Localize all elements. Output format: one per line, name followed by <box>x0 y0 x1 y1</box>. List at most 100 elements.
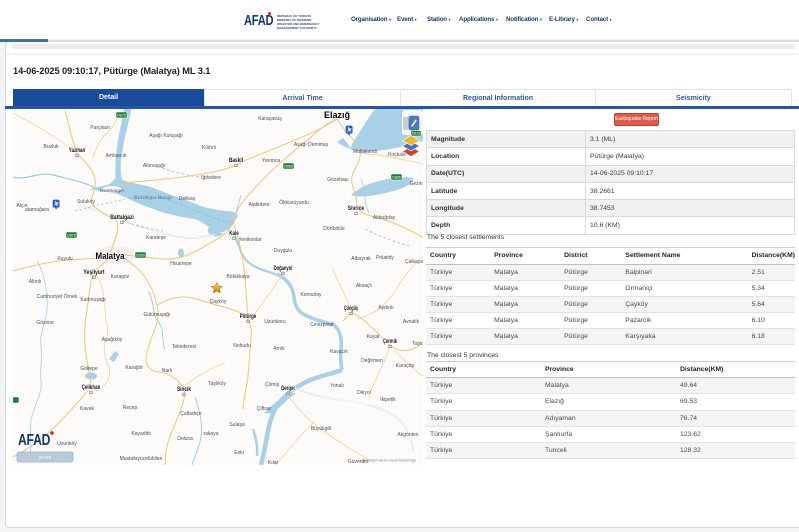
svg-text:Çelikhan: Çelikhan <box>82 385 101 391</box>
svg-text:© Copyright Harita Genel Müdür: © Copyright Harita Genel Müdürlüğü <box>358 459 416 463</box>
svg-text:Gülümuşağı: Gülümuşağı <box>144 312 171 318</box>
svg-text:Koçkale: Koçkale <box>388 152 406 158</box>
svg-text:Çiftsar: Çiftsar <box>257 406 272 412</box>
svg-text:Değirmen: Değirmen <box>361 358 383 364</box>
svg-text:Alatlıdere: Alatlıdere <box>248 202 269 208</box>
svg-text:İkipetik: İkipetik <box>380 396 396 403</box>
svg-text:atamağara: atamağara <box>25 207 49 213</box>
svg-text:AFAD: AFAD <box>18 431 50 449</box>
svg-text:Karaçöp: Karaçöp <box>396 363 415 369</box>
svg-text:Gezin: Gezin <box>409 181 422 187</box>
svg-text:Kıldırlı: Kıldırlı <box>202 145 216 151</box>
svg-text:Sivrice: Sivrice <box>348 206 365 212</box>
svg-text:Sulaşa: Sulaşa <box>229 422 245 428</box>
svg-text:Çermik: Çermik <box>383 339 398 345</box>
svg-text:Delikaş: Delikaş <box>179 196 196 202</box>
svg-text:Dikyol: Dikyol <box>357 390 371 396</box>
svg-text:Doğanyol: Doğanyol <box>274 266 293 272</box>
svg-text:Çüngüş: Çüngüş <box>344 306 359 312</box>
svg-text:Çalkaya: Çalkaya <box>405 259 423 265</box>
svg-text:Mustafayücelübilen: Mustafayücelübilen <box>120 456 163 462</box>
svg-text:Polatidy: Polatidy <box>376 255 394 261</box>
svg-text:Karagöz: Karagöz <box>111 274 130 280</box>
svg-text:Suluköy: Suluköy <box>77 199 95 205</box>
svg-text:Nohudu: Nohudu <box>233 343 251 349</box>
svg-text:Alçın: Alçın <box>16 203 27 209</box>
svg-text:Ambarcık: Ambarcık <box>105 153 127 159</box>
svg-text:Aşağıköy: Aşağıköy <box>102 337 123 343</box>
svg-text:Ökküzüyurdu: Ökküzüyurdu <box>279 199 309 206</box>
svg-text:Duygulu: Duygulu <box>274 248 293 254</box>
svg-text:Tekederesi: Tekederesi <box>172 344 196 350</box>
svg-text:Aydınlı: Aydınlı <box>378 305 393 311</box>
svg-text:rakaya: rakaya <box>203 431 218 437</box>
svg-text:Narlı: Narlı <box>162 368 173 374</box>
svg-text:Göltepe: Göltepe <box>80 366 98 372</box>
svg-text:Sincik: Sincik <box>177 387 192 393</box>
svg-text:Karaçavuş: Karaçavuş <box>258 116 282 122</box>
svg-text:Cevizpinar: Cevizpinar <box>310 322 334 328</box>
svg-text:Toplu: Toplu <box>412 341 423 347</box>
svg-text:D300: D300 <box>136 254 145 258</box>
svg-text:D815: D815 <box>412 132 420 136</box>
svg-text:Dörtbölük: Dörtbölük <box>323 226 345 232</box>
svg-text:Gözebaşı: Gözebaşı <box>327 177 348 183</box>
svg-text:Altınuşağı: Altınuşağı <box>143 163 165 169</box>
svg-text:Mollakendi: Mollakendi <box>353 149 377 155</box>
svg-text:Altınlı: Altınlı <box>29 279 42 285</box>
svg-text:Uzunköy: Uzunköy <box>57 441 77 447</box>
svg-text:Dedekargın: Dedekargın <box>100 188 124 193</box>
svg-text:D875: D875 <box>67 234 76 238</box>
svg-text:Arnik: Arnik <box>273 346 285 352</box>
svg-text:Baskil: Baskil <box>229 158 243 164</box>
svg-text:Çömiş: Çömiş <box>265 382 280 388</box>
svg-text:Kayadibi: Kayadibi <box>131 431 150 437</box>
svg-text:Albayrak: Albayrak <box>351 256 371 262</box>
svg-text:Recep: Recep <box>123 405 138 411</box>
svg-text:Yarımca: Yarımca <box>262 158 280 164</box>
svg-text:Battalgazi: Battalgazi <box>110 215 134 221</box>
svg-text:Karateşe: Karateşe <box>146 235 166 241</box>
svg-text:Taşlıköy: Taşlıköy <box>208 381 227 387</box>
svg-text:Kavak: Kavak <box>80 406 94 412</box>
svg-text:Akbuğday: Akbuğday <box>373 215 396 221</box>
svg-text:Büyükgöl: Büyükgöl <box>311 426 332 432</box>
svg-text:Eski: Eski <box>234 450 243 456</box>
svg-text:Avnalık: Avnalık <box>403 319 420 325</box>
svg-text:İğdedere: İğdedere <box>201 174 221 181</box>
svg-text:Gerger: Gerger <box>281 386 296 392</box>
svg-text:Doluca: Doluca <box>177 436 193 442</box>
svg-text:Komurlay: Komurlay <box>300 292 322 298</box>
svg-text:Yonalı: Yonalı <box>330 383 344 389</box>
svg-text:Bölükkaya: Bölükkaya <box>226 274 249 280</box>
svg-text:Yazıhan: Yazıhan <box>69 148 86 154</box>
svg-text:20 km: 20 km <box>39 455 52 460</box>
svg-text:Aşağı Demirtaş: Aşağı Demirtaş <box>294 142 329 148</box>
svg-text:Gözene: Gözene <box>36 320 54 326</box>
svg-text:Karakaya Barajı: Karakaya Barajı <box>133 195 172 201</box>
svg-text:Kadınuşağı: Kadınuşağı <box>80 297 105 303</box>
svg-text:Uzunkoru: Uzunkoru <box>264 319 286 325</box>
svg-text:Elazığ: Elazığ <box>324 110 350 121</box>
svg-text:Aşağı Kuluşağı: Aşağı Kuluşağı <box>149 133 183 139</box>
svg-text:Pütürge: Pütürge <box>240 314 257 320</box>
svg-text:Çatbahçe: Çatbahçe <box>180 411 202 417</box>
svg-text:Malatya: Malatya <box>96 251 126 262</box>
svg-text:Yenikonlar: Yenikonlar <box>238 237 262 243</box>
svg-text:Cumhuriyet Örnek: Cumhuriyet Örnek <box>37 293 78 300</box>
svg-text:Hisartepe: Hisartepe <box>170 261 192 267</box>
svg-text:O885: O885 <box>284 165 293 169</box>
svg-text:Akgönten: Akgönten <box>397 432 418 438</box>
svg-text:Kuyulu: Kuyulu <box>57 256 73 262</box>
svg-text:Yeşilyurt: Yeşilyurt <box>83 270 104 276</box>
svg-text:Çayköy: Çayköy <box>210 299 227 305</box>
svg-text:Kavacık: Kavacık <box>330 349 348 355</box>
svg-text:Aksaçlı: Aksaçlı <box>356 283 372 289</box>
svg-text:D875: D875 <box>117 114 126 118</box>
svg-text:Buzluk: Buzluk <box>43 144 59 150</box>
svg-text:Kayal: Kayal <box>367 334 380 340</box>
svg-text:D885: D885 <box>392 176 401 180</box>
svg-text:Karağöl: Karağöl <box>125 365 142 371</box>
svg-text:Parçikan: Parçikan <box>90 125 110 131</box>
svg-text:Kılar: Kılar <box>268 460 279 465</box>
